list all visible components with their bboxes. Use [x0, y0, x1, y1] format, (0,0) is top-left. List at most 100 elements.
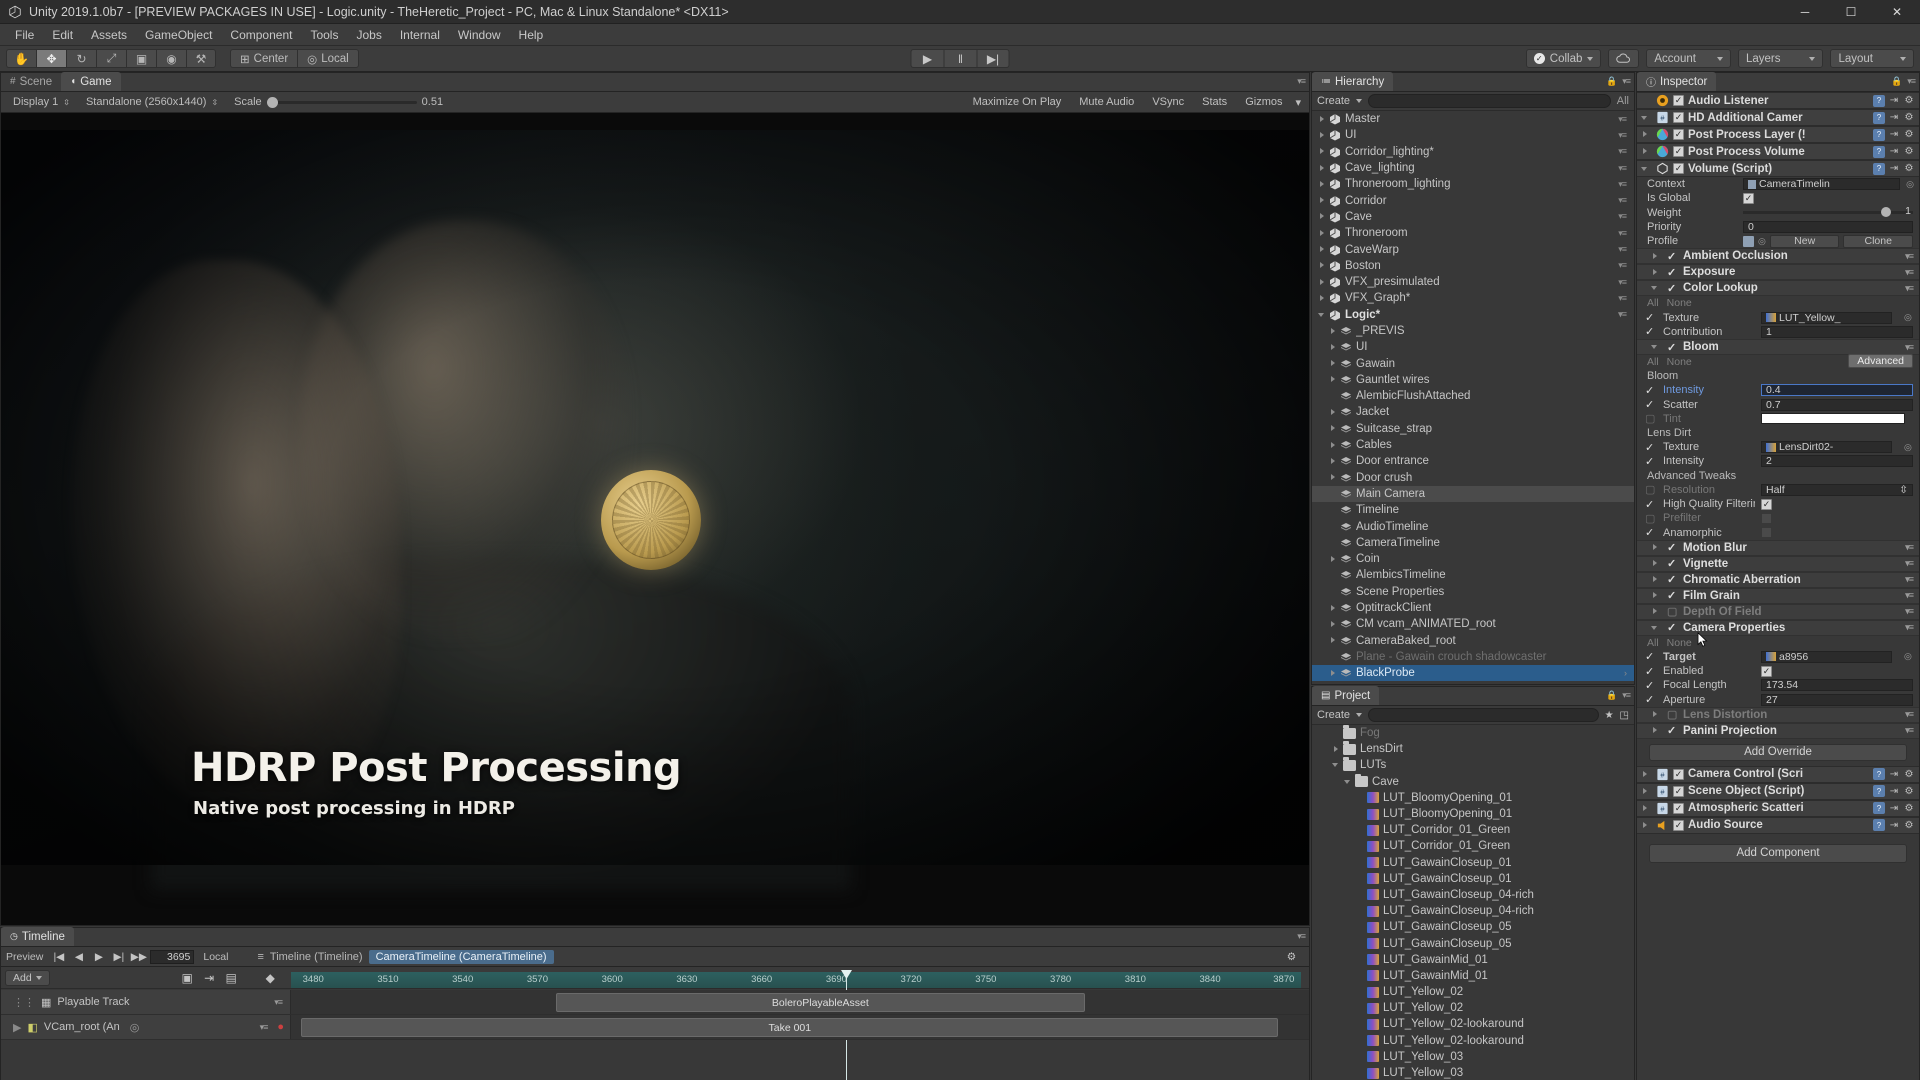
menu-assets[interactable]: Assets: [82, 26, 136, 44]
effect-enabled-checkbox[interactable]: ✓: [1667, 724, 1678, 737]
project-item[interactable]: LUT_Yellow_02: [1312, 984, 1634, 1000]
scale-slider[interactable]: [266, 96, 417, 108]
layout-button[interactable]: Layout: [1830, 49, 1914, 68]
hierarchy-item-menu-icon[interactable]: ▾≡: [1618, 260, 1627, 271]
goto-end-button[interactable]: ▶▶: [130, 949, 147, 964]
advanced-button[interactable]: Advanced: [1848, 354, 1913, 369]
override-toggle[interactable]: ✓: [1645, 526, 1657, 539]
component-header[interactable]: ✓ Audio Source? ⇥ ⚙: [1637, 816, 1919, 834]
hierarchy-item[interactable]: UI: [1312, 339, 1634, 355]
effect-menu-icon[interactable]: ▾≡: [1905, 574, 1919, 585]
override-row[interactable]: ✓ Anamorphic: [1637, 525, 1919, 539]
hierarchy-item[interactable]: Corridor ▾≡: [1312, 192, 1634, 208]
help-icon[interactable]: ?: [1873, 785, 1885, 798]
effect-enabled-checkbox[interactable]: ▢: [1667, 605, 1678, 618]
hierarchy-item[interactable]: Plane - Gawain crouch shadowcaster: [1312, 649, 1634, 665]
rotate-tool-button[interactable]: ↻: [66, 49, 96, 68]
project-search-input[interactable]: [1368, 708, 1599, 722]
gear-icon[interactable]: ⚙: [1903, 802, 1915, 814]
project-item[interactable]: LUT_Yellow_02-lookaround: [1312, 1016, 1634, 1032]
transform-tool-button[interactable]: ◉: [156, 49, 186, 68]
hierarchy-item[interactable]: BlackProbe ›: [1312, 665, 1634, 682]
chevron-right-icon[interactable]: [1329, 375, 1338, 384]
effect-header[interactable]: ✓ Ambient Occlusion ▾≡: [1637, 248, 1919, 265]
object-picker-icon[interactable]: ◎: [1758, 236, 1766, 247]
hierarchy-item[interactable]: CM vcam_ANIMATED_root: [1312, 616, 1634, 632]
hierarchy-item[interactable]: Master ▾≡: [1312, 111, 1634, 127]
component-header[interactable]: ✓ Audio Listener? ⇥ ⚙: [1637, 92, 1919, 109]
hierarchy-item-menu-icon[interactable]: ▾≡: [1618, 114, 1627, 125]
hierarchy-item[interactable]: Cave_lighting ▾≡: [1312, 160, 1634, 176]
hierarchy-item[interactable]: Suitcase_strap: [1312, 421, 1634, 437]
value-checkbox[interactable]: ✓: [1761, 498, 1772, 510]
gear-icon[interactable]: ⚙: [1903, 768, 1915, 780]
object-picker-icon[interactable]: ◎: [1904, 442, 1915, 453]
override-toggle[interactable]: ▢: [1645, 412, 1657, 425]
scale-slider-knob[interactable]: [266, 96, 278, 108]
mute-audio-toggle[interactable]: Mute Audio: [1070, 94, 1143, 111]
effect-enabled-checkbox[interactable]: ✓: [1667, 266, 1678, 279]
chevron-right-icon[interactable]: [1651, 559, 1660, 568]
gear-icon[interactable]: ⚙: [1903, 163, 1915, 175]
panel-options-icon[interactable]: ▾≡: [1297, 76, 1306, 87]
chevron-right-icon[interactable]: [1329, 620, 1338, 629]
override-row[interactable]: ▢ Resolution Half ⇳: [1637, 483, 1919, 497]
current-frame-field[interactable]: 3695: [150, 949, 195, 964]
object-picker-icon[interactable]: ◎: [1906, 179, 1914, 190]
timeline-mode-label[interactable]: Local: [197, 951, 228, 963]
menu-edit[interactable]: Edit: [43, 26, 82, 44]
context-field[interactable]: CameraTimelin: [1743, 178, 1901, 191]
play-button[interactable]: ▶: [910, 49, 944, 68]
preset-icon[interactable]: ⇥: [1888, 768, 1900, 780]
hierarchy-item[interactable]: CameraBaked_root: [1312, 633, 1634, 649]
resolution-dropdown[interactable]: Standalone (2560x1440) ⇳: [78, 94, 226, 111]
timeline-track-row[interactable]: ▶ ◧ VCam_root (An ◎ ▾≡ ● Take 001: [1, 1015, 1309, 1040]
project-item[interactable]: LUT_GawainCloseup_01: [1312, 871, 1634, 887]
hierarchy-item[interactable]: VFX_Graph* ▾≡: [1312, 290, 1634, 306]
menu-internal[interactable]: Internal: [391, 26, 449, 44]
hierarchy-item[interactable]: Coin: [1312, 551, 1634, 567]
weight-slider[interactable]: 1: [1743, 205, 1913, 218]
dropdown-field[interactable]: Half ⇳: [1761, 483, 1913, 496]
chevron-right-icon[interactable]: [1641, 821, 1650, 830]
override-toggle[interactable]: ✓: [1645, 679, 1657, 692]
override-toggle[interactable]: ✓: [1645, 384, 1657, 397]
goto-start-button[interactable]: |◀: [50, 949, 67, 964]
frame-all-icon[interactable]: ▣: [179, 970, 196, 985]
lock-icon[interactable]: 🔒: [1606, 76, 1617, 87]
timeline-settings-icon[interactable]: ⚙: [1283, 949, 1300, 964]
chevron-down-icon[interactable]: [1651, 623, 1660, 632]
gear-icon[interactable]: ⚙: [1903, 819, 1915, 831]
chevron-down-icon[interactable]: [1344, 777, 1353, 786]
chevron-right-icon[interactable]: [1641, 804, 1650, 813]
override-toggle[interactable]: ✓: [1645, 498, 1657, 511]
project-item[interactable]: LUT_GawainCloseup_01: [1312, 855, 1634, 871]
chevron-right-icon[interactable]: [1329, 359, 1338, 368]
project-item[interactable]: LUT_GawainCloseup_05: [1312, 919, 1634, 935]
markers-icon[interactable]: ▤: [223, 970, 240, 985]
track-menu-icon[interactable]: ▾≡: [260, 1022, 272, 1033]
number-field[interactable]: 0.4: [1761, 384, 1913, 397]
chevron-right-icon[interactable]: [1318, 131, 1327, 140]
breadcrumb-selected[interactable]: CameraTimeline (CameraTimeline): [368, 949, 554, 964]
enabled-checkbox[interactable]: ✓: [1673, 95, 1684, 106]
profile-asset-icon[interactable]: [1743, 235, 1754, 247]
effect-menu-icon[interactable]: ▾≡: [1905, 725, 1919, 736]
add-component-button[interactable]: Add Component: [1649, 843, 1907, 863]
stats-toggle[interactable]: Stats: [1193, 94, 1236, 111]
help-icon[interactable]: ?: [1873, 94, 1885, 107]
project-item[interactable]: Cave: [1312, 773, 1634, 790]
chevron-right-icon[interactable]: [1329, 441, 1338, 450]
enabled-checkbox[interactable]: ✓: [1673, 802, 1684, 814]
chevron-right-icon[interactable]: [1651, 710, 1660, 719]
override-row[interactable]: ▢ Prefilter: [1637, 511, 1919, 525]
chevron-right-icon[interactable]: [1651, 575, 1660, 584]
select-none-link[interactable]: None: [1667, 637, 1692, 649]
chevron-right-icon[interactable]: [1329, 343, 1338, 352]
gizmos-chevron-icon[interactable]: ▾: [1291, 94, 1305, 111]
override-row[interactable]: ✓ High Quality Filtering ✓: [1637, 497, 1919, 511]
chevron-right-icon[interactable]: [1318, 229, 1327, 238]
chevron-down-icon[interactable]: [1318, 310, 1327, 319]
timeline-panel-menu[interactable]: ▾≡: [1297, 931, 1306, 942]
gizmos-dropdown[interactable]: Gizmos: [1236, 94, 1291, 111]
